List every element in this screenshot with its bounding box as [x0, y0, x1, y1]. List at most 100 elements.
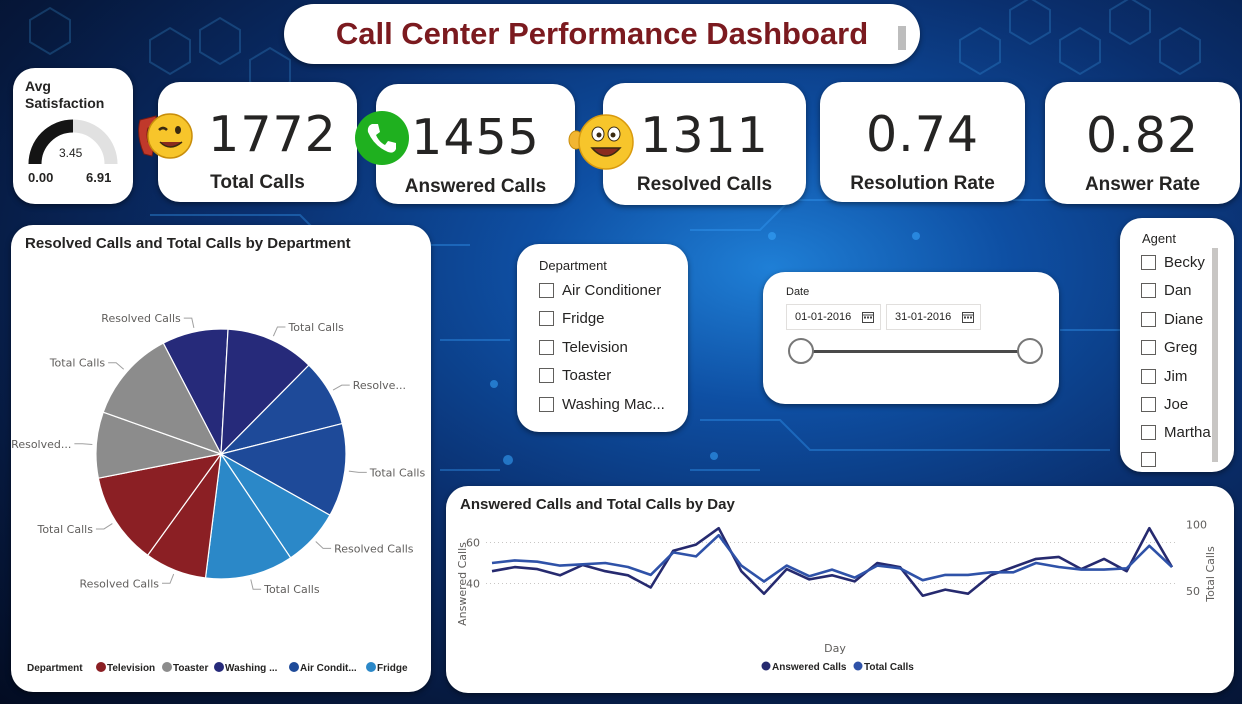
pie-chart-card[interactable]: Resolved Calls and Total Calls by Depart… [11, 225, 431, 692]
end-date-value: 31-01-2016 [895, 311, 952, 323]
pie-leader-line [348, 470, 367, 473]
kpi-resolution-rate-label: Resolution Rate [850, 173, 995, 194]
pie-slice-label: Total Calls [49, 357, 106, 370]
agent-option[interactable]: Greg [1141, 339, 1197, 356]
checkbox[interactable] [539, 368, 554, 383]
department-option-label: Fridge [562, 310, 605, 327]
agent-option[interactable]: Martha [1141, 424, 1211, 441]
gauge-max: 6.91 [86, 170, 112, 185]
agent-slicer-title: Agent [1142, 231, 1176, 246]
department-option[interactable]: Television [539, 339, 628, 356]
department-option[interactable]: Fridge [539, 310, 605, 327]
date-slicer[interactable]: Date 01-01-2016 31-01-2016 [763, 272, 1059, 404]
legend-washing[interactable]: Washing ... [225, 663, 278, 674]
legend-answered-calls[interactable]: Answered Calls [772, 662, 847, 673]
calendar-icon[interactable] [862, 311, 874, 323]
agent-option-label: Martha [1164, 424, 1211, 441]
dashboard-title: Call Center Performance Dashboard [335, 16, 869, 51]
date-range-track[interactable] [800, 350, 1029, 353]
kpi-answered-calls-label: Answered Calls [404, 176, 547, 197]
avg-satisfaction-gauge[interactable]: Avg Satisfaction 3.45 0.00 6.91 [13, 68, 133, 204]
checkbox[interactable] [1141, 425, 1156, 440]
pie-chart[interactable]: Resolved Calls Total Calls Resolve... Total… [11, 225, 431, 692]
department-option-label: Toaster [562, 367, 612, 384]
agent-option-partial[interactable] [1141, 452, 1164, 467]
agent-option-label: Diane [1164, 311, 1204, 328]
kpi-total-calls-label: Total Calls [210, 172, 305, 193]
date-range-end-handle[interactable] [1017, 338, 1043, 364]
line-chart[interactable]: 40 60 50 100 Answered Calls Total Calls … [446, 486, 1234, 693]
legend-television[interactable]: Television [107, 663, 155, 674]
start-date-value: 01-01-2016 [795, 311, 852, 323]
legend-marker-toaster [162, 662, 172, 672]
agent-option[interactable]: Joe [1141, 396, 1188, 413]
legend-fridge[interactable]: Fridge [377, 663, 408, 674]
date-range-start-handle[interactable] [788, 338, 814, 364]
pie-leader-line [272, 326, 286, 337]
answered-calls-line[interactable] [491, 526, 1174, 597]
checkbox[interactable] [539, 311, 554, 326]
agent-option[interactable]: Becky [1141, 254, 1205, 271]
department-slicer[interactable]: Department Air Conditioner Fridge Televi… [517, 244, 688, 432]
legend-marker-television [96, 662, 106, 672]
department-option[interactable]: Washing Mac... [539, 396, 665, 413]
legend-marker-total [853, 661, 863, 671]
pie-leader-line [183, 317, 195, 328]
department-option-label: Television [562, 339, 628, 356]
agent-option-label: Joe [1164, 396, 1189, 413]
pie-slice-label: Total Calls [263, 583, 320, 596]
pie-legend-title: Department [27, 663, 83, 674]
checkbox[interactable] [1141, 452, 1156, 467]
start-date-input[interactable]: 01-01-2016 [786, 304, 881, 330]
pie-leader-line [74, 443, 93, 446]
happy-emoji-icon [568, 114, 634, 170]
pie-slice-label: Resolve... [353, 379, 406, 392]
kpi-answer-rate-value: 0.82 [1085, 107, 1200, 164]
end-date-input[interactable]: 31-01-2016 [886, 304, 981, 330]
agent-option[interactable]: Diane [1141, 311, 1203, 328]
agent-option-label: Jim [1164, 368, 1188, 385]
department-option[interactable]: Toaster [539, 367, 611, 384]
calendar-icon[interactable] [962, 311, 974, 323]
kpi-answer-rate-card[interactable]: 0.82 Answer Rate [1045, 82, 1240, 204]
legend-air-conditioner[interactable]: Air Condit... [300, 663, 357, 674]
pie-slice-label: Resolved Calls [101, 312, 181, 325]
pie-slice-label: Total Calls [36, 523, 93, 536]
legend-marker-air-conditioner [289, 662, 299, 672]
date-slicer-title: Date [786, 286, 810, 298]
checkbox[interactable] [1141, 340, 1156, 355]
legend-total-calls[interactable]: Total Calls [864, 662, 914, 673]
legend-toaster[interactable]: Toaster [173, 663, 208, 674]
kpi-resolved-calls-label: Resolved Calls [636, 174, 773, 195]
checkbox[interactable] [1141, 397, 1156, 412]
agent-option[interactable]: Jim [1141, 368, 1187, 385]
kpi-resolution-rate-value: 0.74 [865, 106, 980, 163]
department-option-label: Washing Mac... [562, 396, 665, 413]
y-right-axis-label: Total Calls [1204, 546, 1217, 603]
department-option[interactable]: Air Conditioner [539, 282, 661, 299]
checkbox[interactable] [539, 283, 554, 298]
agent-option[interactable]: Dan [1141, 282, 1192, 299]
pie-leader-line [162, 573, 175, 584]
agent-slicer[interactable]: Agent Becky Dan Diane Greg Jim Joe Marth… [1120, 218, 1234, 472]
pie-leader-line [95, 523, 113, 530]
pie-leader-line [250, 579, 262, 590]
dashboard-title-card: Call Center Performance Dashboard [284, 4, 920, 64]
pie-leader-line [332, 384, 350, 391]
checkbox[interactable] [539, 397, 554, 412]
agent-scrollbar[interactable] [1212, 248, 1218, 462]
agent-option-label: Dan [1164, 282, 1192, 299]
checkbox[interactable] [1141, 312, 1156, 327]
legend-marker-fridge [366, 662, 376, 672]
pie-slice-label: Resolved... [11, 438, 71, 451]
checkbox[interactable] [1141, 369, 1156, 384]
pie-slice-label: Total Calls [287, 321, 344, 334]
pie-leader-line [108, 362, 125, 370]
checkbox[interactable] [1141, 255, 1156, 270]
checkbox[interactable] [1141, 283, 1156, 298]
line-chart-card[interactable]: Answered Calls and Total Calls by Day 40… [446, 486, 1234, 693]
title-scroll-marker [898, 26, 906, 50]
kpi-resolution-rate-card[interactable]: 0.74 Resolution Rate [820, 82, 1025, 202]
checkbox[interactable] [539, 340, 554, 355]
y-right-tick: 100 [1186, 519, 1207, 532]
